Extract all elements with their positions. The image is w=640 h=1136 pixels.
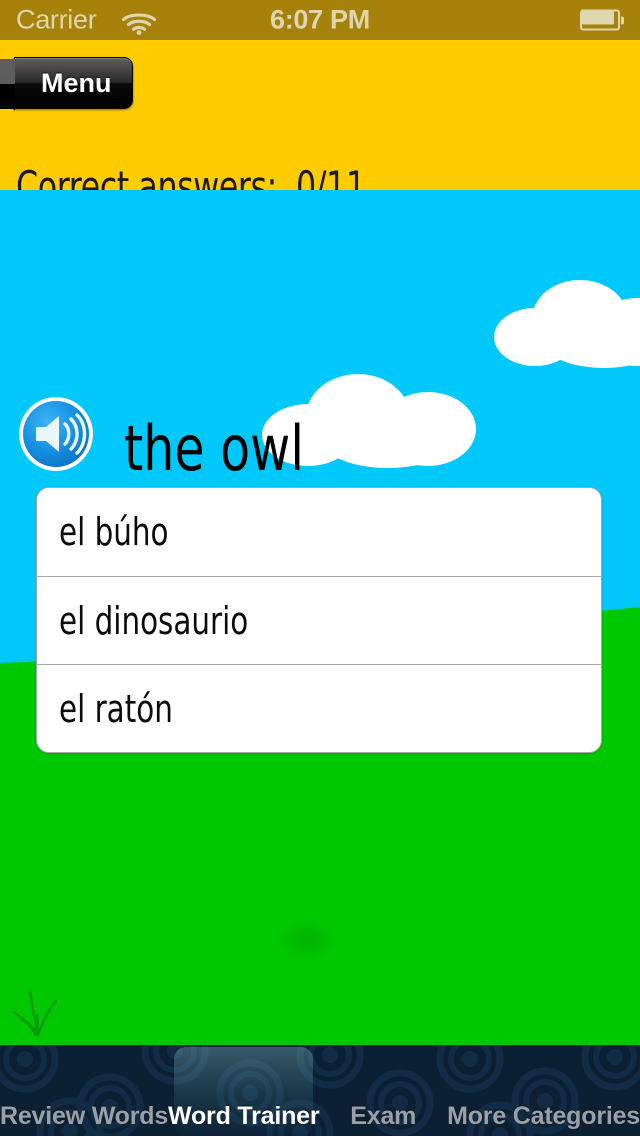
tab-label: Word Trainer bbox=[168, 1102, 320, 1130]
answer-option-2[interactable]: el ratón bbox=[37, 664, 601, 752]
answer-option-label: el dinosaurio bbox=[59, 598, 249, 643]
tab-label: Review Words bbox=[0, 1102, 169, 1130]
app-screen: Carrier 6:07 PM Menu Correct answers: 0/… bbox=[0, 0, 640, 1136]
answer-option-1[interactable]: el dinosaurio bbox=[37, 576, 601, 664]
menu-back-button-label: Menu bbox=[41, 67, 112, 98]
answer-option-label: el búho bbox=[59, 510, 169, 554]
grass-tuft-icon bbox=[11, 989, 58, 1037]
question-word: the owl bbox=[124, 412, 304, 485]
tab-word-trainer[interactable]: Word Trainer bbox=[168, 1045, 320, 1136]
status-bar: Carrier 6:07 PM bbox=[0, 0, 640, 40]
answer-option-0[interactable]: el búho bbox=[37, 488, 601, 576]
tab-more-categories[interactable]: More Categories bbox=[447, 1045, 640, 1136]
answer-option-label: el ratón bbox=[59, 686, 173, 731]
tab-bar: Review Words Word Trainer Exam More Cate… bbox=[0, 1045, 640, 1136]
tab-label: Exam bbox=[350, 1102, 417, 1130]
menu-back-button[interactable]: Menu bbox=[0, 57, 133, 111]
tab-list: Review Words Word Trainer Exam More Cate… bbox=[0, 1045, 640, 1136]
tab-label: More Categories bbox=[447, 1102, 640, 1130]
cloud-shape bbox=[494, 280, 640, 370]
answer-options-card: el búho el dinosaurio el ratón bbox=[36, 487, 602, 753]
battery-full-icon bbox=[580, 9, 624, 31]
ground-shadow-spot bbox=[276, 918, 338, 962]
tab-review-words[interactable]: Review Words bbox=[0, 1045, 168, 1136]
tab-exam[interactable]: Exam bbox=[319, 1045, 447, 1136]
navigation-header: Menu Correct answers: 0/11 bbox=[0, 40, 640, 211]
speaker-sound-icon[interactable] bbox=[14, 396, 100, 472]
clock-label: 6:07 PM bbox=[270, 4, 370, 35]
